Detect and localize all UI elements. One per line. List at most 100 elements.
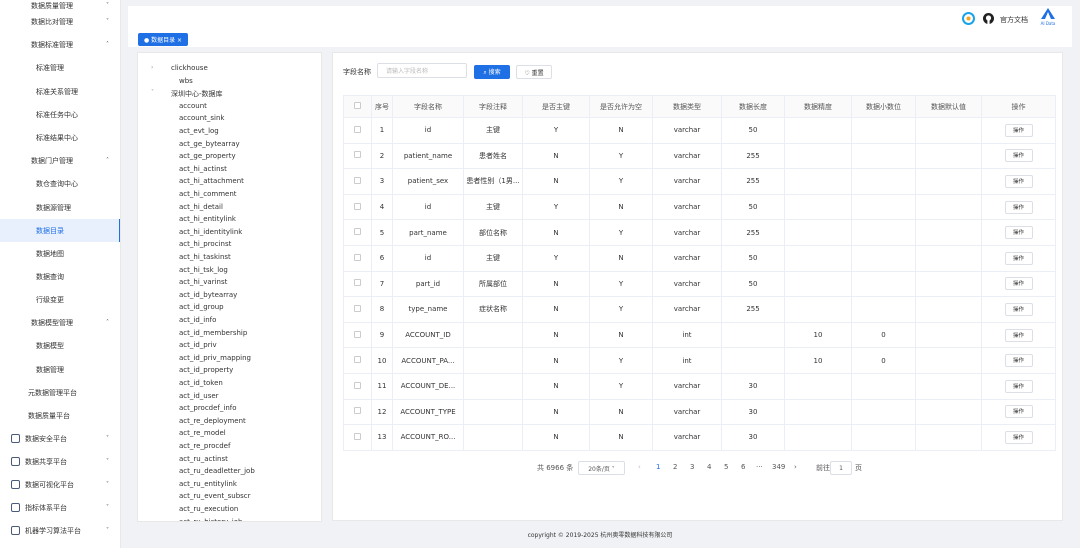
sidebar-item[interactable]: 数据管理 [0,358,120,381]
sidebar-item[interactable]: 标准管理 [0,56,120,79]
table-cell: 主键 [463,194,523,221]
sidebar-item[interactable]: 标准关系管理 [0,80,120,103]
sidebar-item[interactable]: 数据目录 [0,219,120,242]
page-number[interactable]: 3 [690,463,694,471]
sidebar-item-label: 数据源管理 [36,203,71,212]
page-number[interactable]: 6 [741,463,745,471]
row-action-button[interactable]: 操作 [1004,379,1033,393]
sidebar-item[interactable]: 指标体系平台 ˅ [0,496,120,519]
search-button[interactable]: ⌕ 搜索 [474,65,510,79]
row-action-button[interactable]: 操作 [1004,123,1033,137]
sidebar-item-label: 数据目录 [36,226,64,235]
sidebar-item[interactable]: 数据共享平台 ˅ [0,450,120,473]
tree-expand-icon[interactable]: › [151,64,153,71]
docs-link[interactable]: 官方文档 [1000,15,1028,25]
table-cell: id [392,117,464,144]
table-cell: varchar [652,271,722,298]
tab-data-catalog[interactable]: ● 数据目录 × [138,33,189,46]
table-cell: N [589,117,653,144]
sidebar-item[interactable]: 数据门户管理 ˄ [0,149,120,172]
next-page-button[interactable]: › [794,463,797,471]
sidebar-item[interactable]: 数仓查询中心 [0,172,120,195]
sidebar-item[interactable]: 数据地图 [0,242,120,265]
row-checkbox[interactable] [354,151,361,159]
checkbox-cell [343,399,372,426]
github-icon[interactable] [983,13,994,24]
sidebar-item[interactable]: 数据标准管理 ˄ [0,33,120,56]
tree-node-label: 深圳中心-数据库 [171,90,223,99]
sidebar-item[interactable]: 行级变更 [0,288,120,311]
row-checkbox[interactable] [354,330,361,338]
page-number[interactable]: ··· [756,463,763,471]
row-checkbox[interactable] [354,253,361,261]
goto-page-input[interactable]: 1 [830,461,852,475]
row-checkbox[interactable] [354,125,361,133]
sidebar-item-label: 标准任务中心 [36,110,78,119]
column-header: 操作 [981,95,1056,118]
sidebar-item[interactable]: 数据质量平台 [0,404,120,427]
table-cell [915,322,982,349]
sidebar-item[interactable]: 标准任务中心 [0,103,120,126]
table-cell: 255 [721,219,785,246]
row-checkbox[interactable] [354,356,361,364]
page-number[interactable]: 349 [772,463,785,471]
row-checkbox[interactable] [354,176,361,184]
table-cell: varchar [652,296,722,323]
brand-logo[interactable]: AI Data [1038,8,1058,28]
row-checkbox[interactable] [354,228,361,236]
sidebar-item[interactable]: 数据查询 [0,265,120,288]
table-cell [915,424,982,451]
row-checkbox[interactable] [354,381,361,389]
row-action-button[interactable]: 操作 [1004,430,1033,444]
checkbox-cell [343,168,372,195]
tree-node-label: act_id_token [179,379,223,387]
table-cell: 5 [371,219,393,246]
sidebar-item[interactable]: 数据源管理 [0,196,120,219]
sidebar-item[interactable]: 数据模型 [0,334,120,357]
row-action-button[interactable]: 操作 [1004,149,1033,163]
sidebar-item[interactable]: 标准结果中心 [0,126,120,149]
sidebar-item[interactable]: 元数据管理平台 [0,381,120,404]
tree-expand-icon[interactable]: ˅ [151,89,154,96]
reset-button[interactable]: ♡ 重置 [516,65,552,79]
row-action-button[interactable]: 操作 [1004,226,1033,240]
row-action-button[interactable]: 操作 [1004,328,1033,342]
page-number[interactable]: 2 [673,463,677,471]
row-action-button[interactable]: 操作 [1004,405,1033,419]
sidebar-item[interactable]: 数据安全平台 ˅ [0,427,120,450]
sidebar-item[interactable]: 数据模型管理 ˄ [0,311,120,334]
row-action-button[interactable]: 操作 [1004,277,1033,291]
sidebar-item[interactable]: 数据可视化平台 ˅ [0,473,120,496]
page-number-active[interactable]: 1 [656,463,660,471]
catalog-tree-panel[interactable]: › clickhouse wbs ˅ 深圳中心-数据库 account account_si… [137,52,322,522]
row-checkbox[interactable] [354,304,361,312]
row-action-button[interactable]: 操作 [1004,302,1033,316]
page-number[interactable]: 5 [724,463,728,471]
sidebar-item[interactable]: 数据比对管理 ˅ [0,10,120,33]
table-cell: varchar [652,194,722,221]
row-checkbox[interactable] [354,202,361,210]
page-number[interactable]: 4 [707,463,711,471]
table-row: 4 id 主键 Y Nvarchar 50 操作 [343,194,1056,221]
table-cell [851,143,916,170]
sidebar-item-label: 标准管理 [36,63,64,72]
field-name-search-input[interactable]: 请输入字段名称 [377,63,467,78]
sidebar-item-label: 数据比对管理 [31,17,73,26]
app-logo-icon[interactable] [962,12,975,25]
row-action-button[interactable]: 操作 [1004,251,1033,265]
row-checkbox[interactable] [354,407,361,415]
row-action-button[interactable]: 操作 [1004,200,1033,214]
sidebar-item[interactable]: 机器学习算法平台 ˅ [0,519,120,542]
tree-node-label: act_evt_log [179,127,219,135]
select-all-checkbox[interactable] [354,102,361,109]
page-size-select[interactable]: 20条/页 ˅ [578,461,625,475]
table-cell: 所属部位 [463,271,523,298]
tree-node-label: act_hi_varinst [179,278,228,287]
row-action-button[interactable]: 操作 [1004,174,1033,188]
table-cell: 患者性别（1男... [463,168,523,195]
row-checkbox[interactable] [354,432,361,440]
row-checkbox[interactable] [354,279,361,287]
row-action-button[interactable]: 操作 [1004,354,1033,368]
prev-page-button[interactable]: ‹ [638,463,641,471]
table-row: 10 ACCOUNT_PA... N Yint 10 0 操作 [343,347,1056,374]
